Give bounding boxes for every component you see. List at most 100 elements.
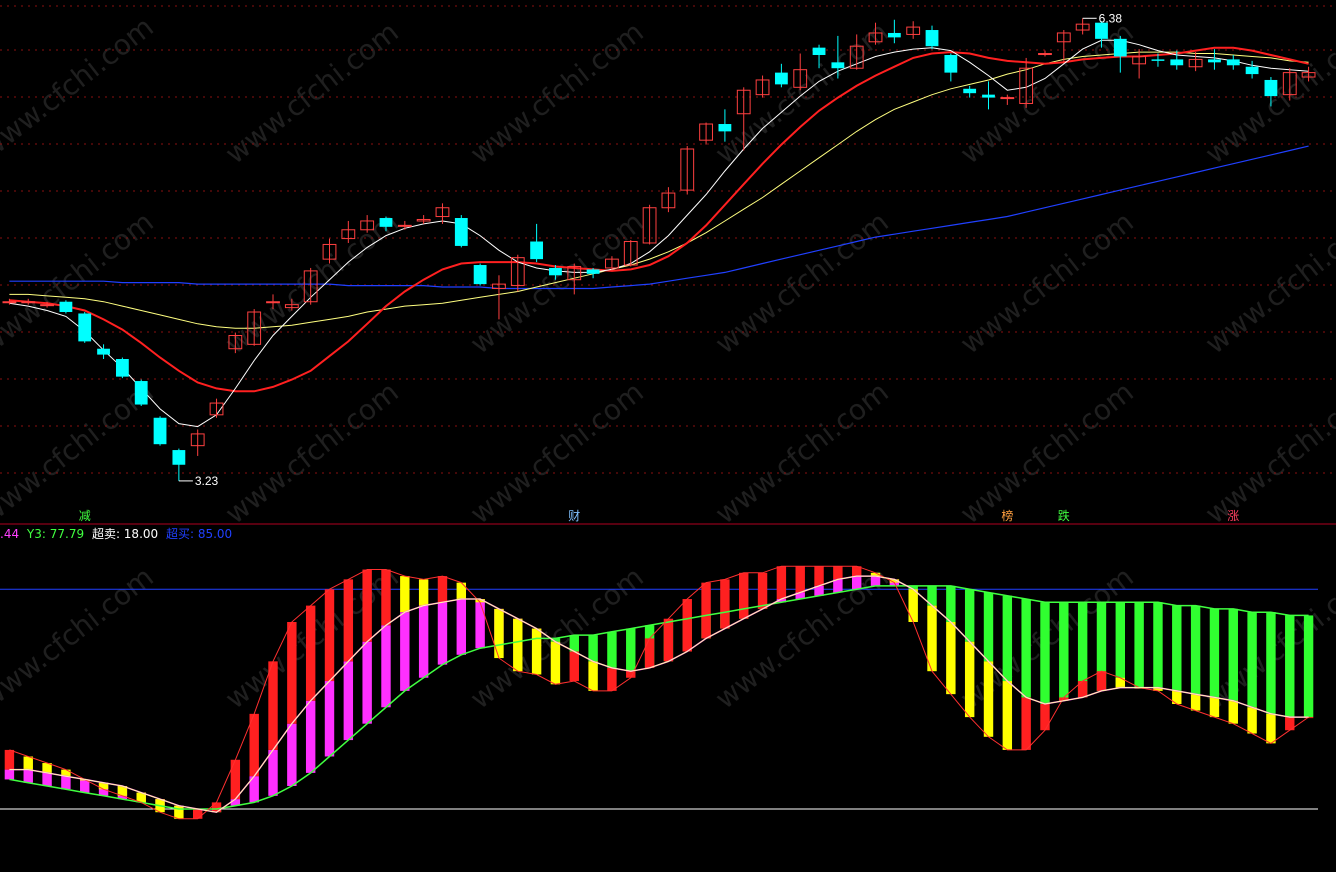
legend-value-1: .44 — [0, 527, 20, 541]
indicator-bar-fast — [4, 749, 15, 770]
indicator-bars — [4, 566, 1314, 819]
candle-body-down — [1245, 66, 1259, 75]
indicator-bar-fast — [513, 618, 523, 672]
watermark-text: www.cfchi.com — [0, 10, 160, 165]
watermark-text: www.cfchi.com — [219, 375, 405, 530]
indicator-bar-fast — [324, 589, 335, 682]
indicator-bar-main — [23, 769, 33, 783]
candle-body-down — [812, 47, 826, 55]
candle-body-down — [549, 267, 562, 276]
indicator-bar-fast — [776, 566, 787, 600]
indicator-bar-fast — [1096, 671, 1107, 691]
candle-body-down — [134, 381, 148, 405]
indicator-bar-main — [1285, 615, 1295, 718]
indicator-bar-main — [1040, 602, 1050, 704]
indicator-bar-fast — [1209, 697, 1220, 718]
bottom-marker: 跌 — [1058, 508, 1070, 523]
indicator-bar-main — [1134, 602, 1144, 688]
indicator-bar-fast — [287, 622, 297, 724]
indicator-legend: .44 Y3: 77.79 超卖: 18.00 超买: 85.00 — [0, 525, 236, 542]
indicator-bar-main — [287, 723, 297, 786]
candle-body-down — [473, 265, 487, 285]
indicator-bar-main — [1209, 608, 1220, 698]
chart-canvas: www.cfchi.com www.cfchi.com www.cfchi.com w… — [0, 5, 1336, 820]
indicator-bar-main — [1021, 599, 1031, 698]
indicator-bar-main — [1190, 605, 1201, 695]
candle-body-down — [153, 417, 167, 445]
indicator-bar-fast — [607, 667, 617, 691]
indicator-bar-fast — [757, 572, 768, 609]
indicator-bar-fast — [343, 579, 354, 662]
indicator-bar-fast — [494, 608, 504, 659]
indicator-bar-fast — [381, 569, 391, 626]
indicator-bar-main — [870, 576, 881, 586]
candle-body-down — [586, 269, 600, 274]
indicator-bar-fast — [174, 805, 184, 819]
indicator-bar-fast — [1228, 700, 1238, 724]
indicator-bar-fast — [983, 661, 994, 737]
candle-body-down — [982, 94, 995, 98]
candle-body-up — [397, 224, 412, 227]
indicator-bar-main — [418, 605, 429, 678]
indicator-bar-fast — [682, 599, 692, 652]
indicator-bar-main — [1002, 595, 1013, 682]
indicator-bar-main — [475, 599, 485, 649]
candle-body-down — [78, 313, 92, 342]
watermark-text: www.cfchi.com — [1199, 205, 1336, 360]
indicator-bar-main — [964, 589, 975, 642]
indicator-bar-fast — [550, 641, 561, 685]
indicator-bar-main — [362, 641, 372, 724]
indicator-bar-main — [324, 681, 335, 757]
indicator-bar-fast — [814, 566, 824, 586]
candle-body-down — [1151, 59, 1165, 61]
candle-body-down — [718, 124, 732, 132]
indicator-bar-fast — [456, 582, 467, 600]
candle-body-down — [774, 72, 788, 85]
candle-body-down — [454, 218, 468, 246]
low-price-label: 3.23 — [195, 474, 219, 488]
indicator-bar-fast — [230, 759, 241, 800]
indicator-bar-fast — [1040, 704, 1050, 731]
indicator-bar-fast — [701, 582, 711, 639]
candle-body-up — [1000, 97, 1015, 100]
candle-body-down — [115, 359, 129, 377]
indicator-bar-fast — [418, 579, 429, 606]
indicator-bar-main — [343, 661, 354, 741]
indicator-bar-main — [268, 749, 278, 796]
indicator-bar-main — [61, 776, 71, 790]
candle-body-down — [925, 30, 939, 47]
indicator-bar-fast — [192, 808, 203, 819]
watermark-text: www.cfchi.com — [219, 205, 405, 360]
candle-body-down — [1170, 59, 1184, 66]
indicator-bar-fast — [437, 576, 448, 603]
indicator-bar-main — [1266, 612, 1276, 714]
candle-body-up — [40, 304, 54, 307]
indicator-bar-fast — [720, 579, 730, 629]
indicator-bar-fast — [1002, 681, 1013, 750]
indicator-bar-main — [983, 592, 994, 662]
indicator-bar-main — [437, 602, 448, 665]
indicator-slow-line — [9, 585, 1309, 810]
candle-body-down — [831, 62, 845, 69]
indicator-bar-fast — [588, 661, 598, 691]
indicator-bar-fast — [795, 566, 805, 593]
candle-body-down — [887, 32, 901, 38]
candle-body-down — [1208, 59, 1221, 63]
watermark-text: www.cfchi.com — [954, 15, 1140, 170]
indicator-bar-main — [1247, 612, 1257, 708]
candle-body-down — [944, 54, 958, 73]
watermark-text: www.cfchi.com — [709, 375, 895, 530]
indicator-bar-fast — [305, 605, 316, 701]
bottom-marker: 财 — [568, 509, 580, 523]
bottom-marker: 涨 — [1227, 508, 1239, 523]
indicator-trail-line — [9, 575, 1309, 813]
indicator-bar-main — [1059, 602, 1069, 701]
indicator-bar-fast — [268, 661, 278, 750]
candle-body-up — [266, 301, 280, 304]
indicator-bar-main — [946, 585, 956, 622]
watermark-text: www.cfchi.com — [954, 375, 1140, 530]
indicator-bar-fast — [1266, 713, 1276, 744]
indicator-bar-main — [1172, 605, 1182, 691]
indicator-bar-fast — [1190, 694, 1201, 711]
indicator-bar-fast — [964, 641, 975, 718]
